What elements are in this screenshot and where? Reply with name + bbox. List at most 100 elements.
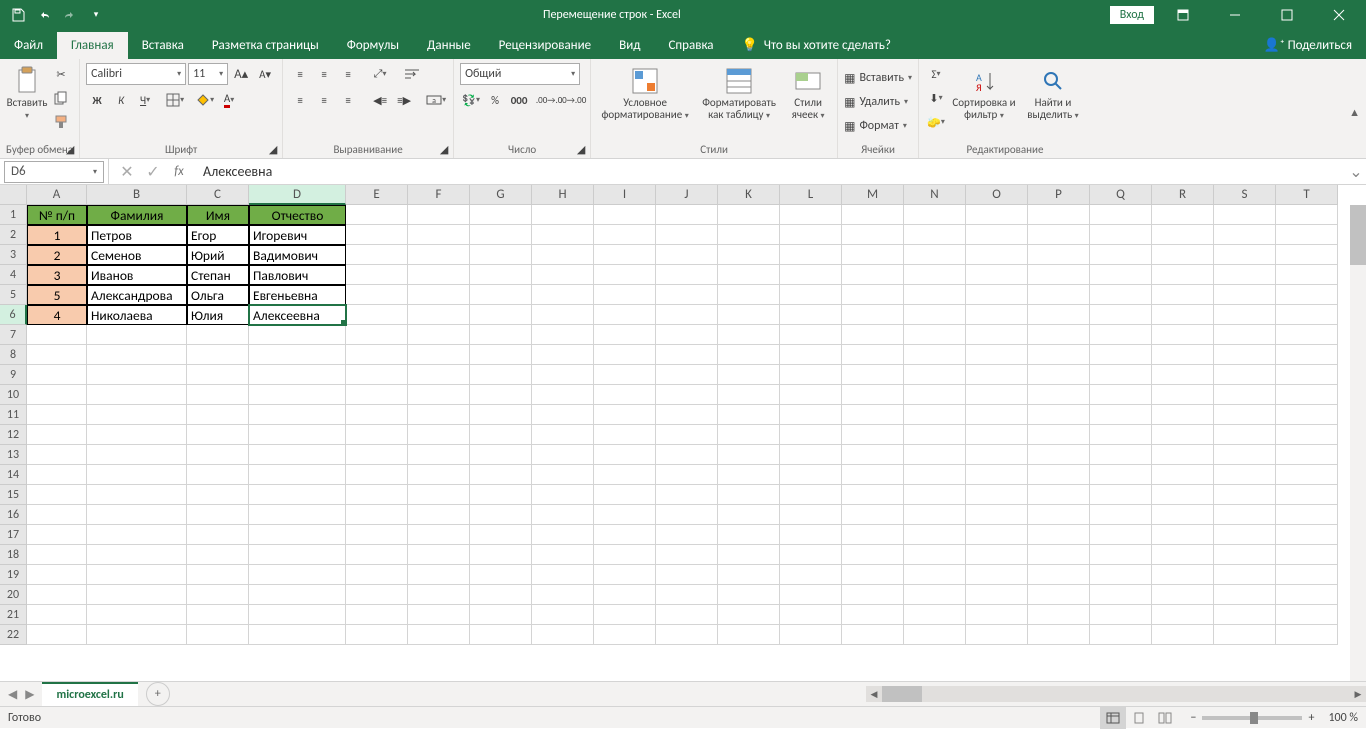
borders-icon[interactable]: ▾: [164, 89, 186, 111]
cell-O19[interactable]: [966, 565, 1028, 585]
cell-P6[interactable]: [1028, 305, 1090, 325]
cell-P9[interactable]: [1028, 365, 1090, 385]
cell-F21[interactable]: [408, 605, 470, 625]
cell-C3[interactable]: Юрий: [187, 245, 249, 265]
cell-F2[interactable]: [408, 225, 470, 245]
cell-P18[interactable]: [1028, 545, 1090, 565]
cell-R20[interactable]: [1152, 585, 1214, 605]
cell-L6[interactable]: [780, 305, 842, 325]
cell-P3[interactable]: [1028, 245, 1090, 265]
cell-A18[interactable]: [27, 545, 87, 565]
cell-M13[interactable]: [842, 445, 904, 465]
cell-C10[interactable]: [187, 385, 249, 405]
cell-P16[interactable]: [1028, 505, 1090, 525]
cell-O13[interactable]: [966, 445, 1028, 465]
col-header-H[interactable]: H: [532, 185, 594, 205]
row-header-12[interactable]: 12: [0, 425, 27, 445]
cell-A10[interactable]: [27, 385, 87, 405]
cell-E11[interactable]: [346, 405, 408, 425]
cell-J5[interactable]: [656, 285, 718, 305]
col-header-B[interactable]: B: [87, 185, 187, 205]
cell-P8[interactable]: [1028, 345, 1090, 365]
cell-T20[interactable]: [1276, 585, 1338, 605]
cell-O10[interactable]: [966, 385, 1028, 405]
cell-R12[interactable]: [1152, 425, 1214, 445]
cell-L14[interactable]: [780, 465, 842, 485]
tab-data[interactable]: Данные: [413, 32, 485, 59]
col-header-I[interactable]: I: [594, 185, 656, 205]
cell-D4[interactable]: Павлович: [249, 265, 346, 285]
fill-icon[interactable]: ⬇▾: [925, 87, 947, 109]
col-header-A[interactable]: A: [27, 185, 87, 205]
cell-T17[interactable]: [1276, 525, 1338, 545]
cell-O22[interactable]: [966, 625, 1028, 645]
cell-B2[interactable]: Петров: [87, 225, 187, 245]
cell-T18[interactable]: [1276, 545, 1338, 565]
cell-M9[interactable]: [842, 365, 904, 385]
cell-N5[interactable]: [904, 285, 966, 305]
cell-J7[interactable]: [656, 325, 718, 345]
cell-A22[interactable]: [27, 625, 87, 645]
col-header-T[interactable]: T: [1276, 185, 1338, 205]
cell-A4[interactable]: 3: [27, 265, 87, 285]
increase-indent-icon[interactable]: ≡▶: [393, 89, 415, 111]
cell-T12[interactable]: [1276, 425, 1338, 445]
cell-D8[interactable]: [249, 345, 346, 365]
cell-N1[interactable]: [904, 205, 966, 225]
cell-M14[interactable]: [842, 465, 904, 485]
cell-R5[interactable]: [1152, 285, 1214, 305]
cell-I5[interactable]: [594, 285, 656, 305]
sheet-tab-active[interactable]: microexcel.ru: [42, 682, 137, 706]
tab-file[interactable]: Файл: [0, 32, 57, 59]
cell-G5[interactable]: [470, 285, 532, 305]
font-dialog-launcher[interactable]: ◢: [266, 142, 280, 156]
worksheet-grid[interactable]: ABCDEFGHIJKLMNOPQRST 1234567891011121314…: [0, 185, 1366, 681]
tab-insert[interactable]: Вставка: [128, 32, 198, 59]
cell-Q8[interactable]: [1090, 345, 1152, 365]
cell-G18[interactable]: [470, 545, 532, 565]
cell-K6[interactable]: [718, 305, 780, 325]
cell-E14[interactable]: [346, 465, 408, 485]
select-all-corner[interactable]: [0, 185, 27, 205]
cell-H9[interactable]: [532, 365, 594, 385]
clipboard-dialog-launcher[interactable]: ◢: [63, 142, 77, 156]
cell-S17[interactable]: [1214, 525, 1276, 545]
cell-H6[interactable]: [532, 305, 594, 325]
cell-T11[interactable]: [1276, 405, 1338, 425]
cell-O11[interactable]: [966, 405, 1028, 425]
col-header-G[interactable]: G: [470, 185, 532, 205]
cell-G20[interactable]: [470, 585, 532, 605]
redo-icon[interactable]: [58, 3, 82, 27]
cell-E16[interactable]: [346, 505, 408, 525]
cell-F19[interactable]: [408, 565, 470, 585]
cell-S21[interactable]: [1214, 605, 1276, 625]
cell-A21[interactable]: [27, 605, 87, 625]
cell-B6[interactable]: Николаева: [87, 305, 187, 325]
cell-L16[interactable]: [780, 505, 842, 525]
close-icon[interactable]: [1316, 0, 1362, 29]
cell-P22[interactable]: [1028, 625, 1090, 645]
underline-icon[interactable]: Ч▾: [134, 89, 156, 111]
cell-L12[interactable]: [780, 425, 842, 445]
cell-C6[interactable]: Юлия: [187, 305, 249, 325]
cell-N10[interactable]: [904, 385, 966, 405]
cell-F7[interactable]: [408, 325, 470, 345]
cell-B10[interactable]: [87, 385, 187, 405]
cell-E4[interactable]: [346, 265, 408, 285]
cell-R15[interactable]: [1152, 485, 1214, 505]
font-name-combo[interactable]: Calibri▾: [86, 63, 186, 85]
row-header-11[interactable]: 11: [0, 405, 27, 425]
cell-M20[interactable]: [842, 585, 904, 605]
cell-Q22[interactable]: [1090, 625, 1152, 645]
cell-S18[interactable]: [1214, 545, 1276, 565]
cell-M16[interactable]: [842, 505, 904, 525]
font-size-combo[interactable]: 11▾: [188, 63, 228, 85]
cell-H12[interactable]: [532, 425, 594, 445]
alignment-dialog-launcher[interactable]: ◢: [437, 142, 451, 156]
cell-F4[interactable]: [408, 265, 470, 285]
sheet-nav-prev-icon[interactable]: ◀: [8, 687, 17, 702]
cell-Q1[interactable]: [1090, 205, 1152, 225]
cell-J10[interactable]: [656, 385, 718, 405]
cell-G21[interactable]: [470, 605, 532, 625]
cell-E21[interactable]: [346, 605, 408, 625]
